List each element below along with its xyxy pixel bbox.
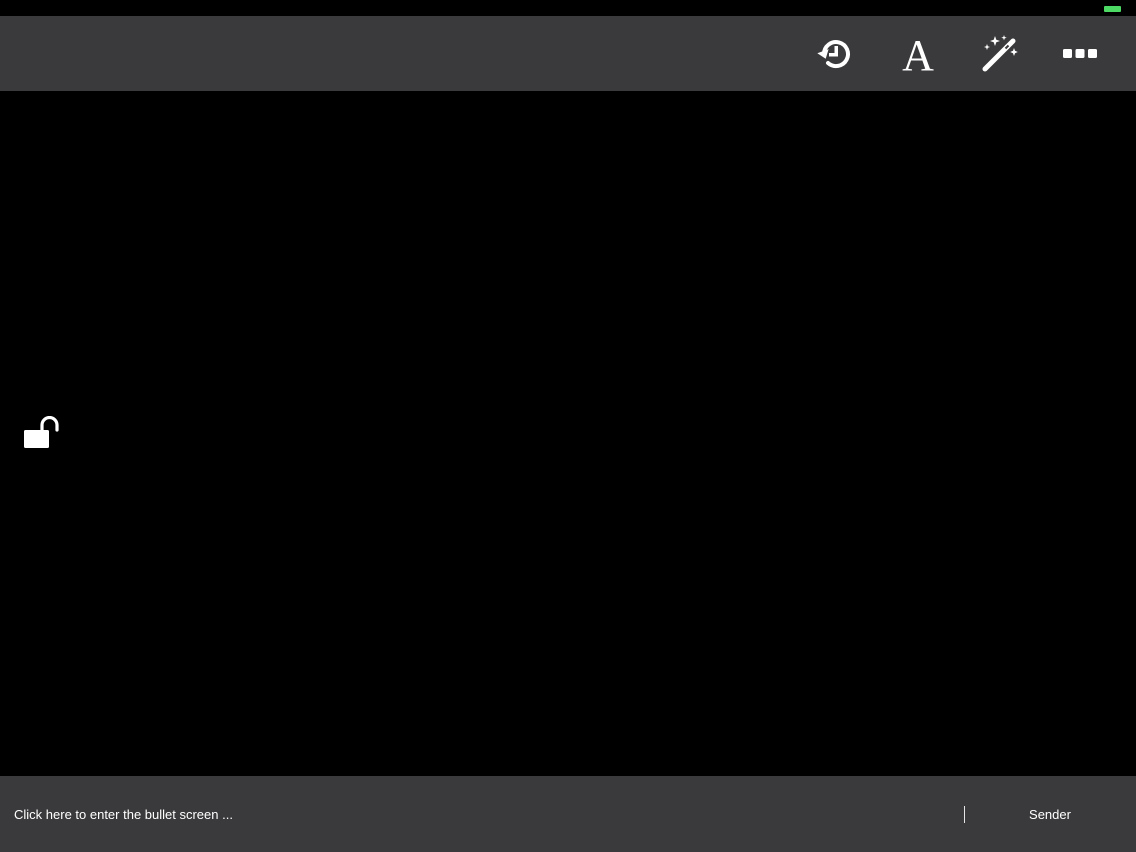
font-icon: A xyxy=(902,34,934,74)
font-glyph: A xyxy=(902,34,934,74)
top-toolbar: A xyxy=(0,16,1136,91)
history-icon xyxy=(817,40,850,69)
more-icon xyxy=(1063,49,1097,58)
font-button[interactable]: A xyxy=(898,34,938,74)
bullet-text-input[interactable]: Click here to enter the bullet screen ..… xyxy=(0,776,960,852)
bullet-input-placeholder: Click here to enter the bullet screen ..… xyxy=(14,806,233,822)
battery-icon xyxy=(1104,6,1121,12)
status-bar xyxy=(0,0,1136,16)
bullet-screen-canvas xyxy=(0,91,1136,776)
bottom-input-bar: Click here to enter the bullet screen ..… xyxy=(0,776,1136,852)
send-button[interactable]: Sender xyxy=(990,776,1110,852)
lock-button[interactable] xyxy=(22,415,62,450)
magic-wand-icon xyxy=(982,35,1018,72)
history-button[interactable] xyxy=(816,34,856,74)
input-divider xyxy=(964,806,965,823)
more-button[interactable] xyxy=(1060,34,1100,74)
effects-button[interactable] xyxy=(980,34,1020,74)
unlocked-padlock-icon xyxy=(24,415,59,448)
app-screen: A Click here to enter the bullet screen … xyxy=(0,0,1136,852)
